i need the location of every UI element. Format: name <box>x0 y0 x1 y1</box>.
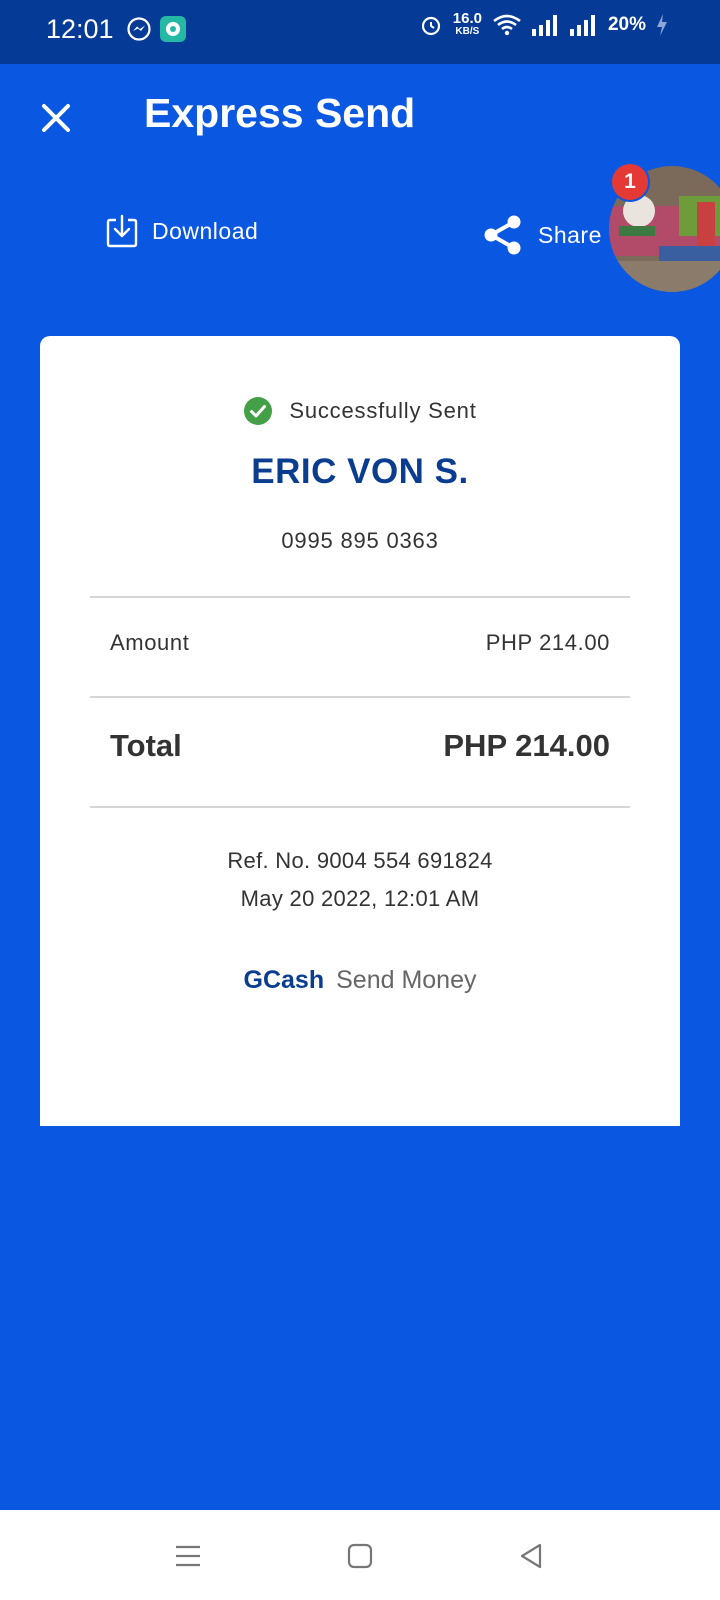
transaction-datetime: May 20 2022, 12:01 AM <box>240 886 480 911</box>
amount-row: Amount PHP 214.00 <box>110 630 610 656</box>
recipient-phone: 0995 895 0363 <box>281 528 439 553</box>
amount-value: PHP 214.00 <box>485 630 610 655</box>
status-text: Successfully Sent <box>289 398 477 423</box>
brand-name: GCash <box>243 966 325 994</box>
recipient-name: ERIC VON S. <box>251 452 469 491</box>
page-title: Express Send <box>144 90 416 136</box>
status-bar: 12:01 16.0 KB/S 20% <box>0 0 720 64</box>
brand-service: Send Money <box>336 966 477 994</box>
chat-app-icon <box>160 16 186 42</box>
share-button[interactable]: Share <box>482 214 602 256</box>
menu-icon[interactable] <box>172 1540 204 1572</box>
amount-label: Amount <box>110 630 190 655</box>
home-icon[interactable] <box>344 1540 376 1572</box>
navigation-bar <box>0 1510 720 1600</box>
status-time: 12:01 <box>46 14 114 44</box>
total-row: Total PHP 214.00 <box>110 728 610 764</box>
divider <box>90 596 630 598</box>
battery-level: 20% <box>607 14 646 35</box>
receipt-card: Successfully Sent ERIC VON S. 0995 895 0… <box>40 336 680 1126</box>
divider <box>90 696 630 698</box>
close-icon[interactable] <box>36 98 76 138</box>
status-indicators: 16.0 KB/S 20% <box>419 10 668 38</box>
notification-badge: 1 <box>610 162 650 202</box>
check-circle-icon <box>244 397 273 425</box>
share-icon <box>484 215 521 255</box>
brand-footer: GCash Send Money <box>40 966 680 995</box>
download-icon <box>106 214 138 248</box>
total-label: Total <box>110 728 182 763</box>
reference-number: Ref. No. 9004 554 691824 <box>227 848 493 873</box>
signal-icon <box>531 15 557 36</box>
back-icon[interactable] <box>516 1540 548 1572</box>
total-value: PHP 214.00 <box>443 728 610 763</box>
status-row: Successfully Sent <box>40 396 680 426</box>
download-button[interactable]: Download <box>106 214 258 248</box>
download-label: Download <box>152 217 259 244</box>
share-label: Share <box>538 221 602 248</box>
net-speed: 16.0 KB/S <box>452 10 482 38</box>
receipt-torn-edge <box>40 1112 680 1124</box>
charging-icon <box>657 14 667 36</box>
signal-icon <box>569 15 595 36</box>
net-speed-value: 16.0 <box>452 10 482 27</box>
messenger-icon <box>127 17 151 41</box>
wifi-icon <box>493 14 521 36</box>
divider <box>90 806 630 808</box>
net-speed-unit: KB/S <box>455 26 480 37</box>
alarm-icon <box>421 16 440 36</box>
